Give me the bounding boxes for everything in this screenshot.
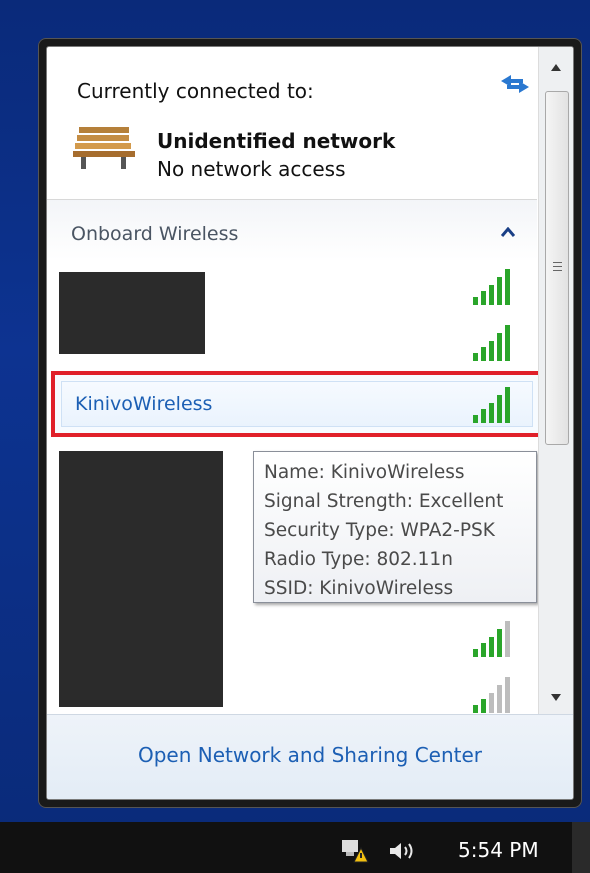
scroll-grip	[553, 266, 562, 267]
network-warning-icon[interactable]	[340, 838, 370, 864]
signal-strength-icon	[473, 269, 510, 305]
signal-strength-icon	[473, 677, 510, 713]
refresh-icon[interactable]	[497, 69, 533, 99]
redacted-network-block	[59, 451, 223, 707]
signal-strength-icon	[473, 387, 510, 423]
tooltip-radio: Radio Type: 802.11n	[264, 549, 453, 570]
current-network-name: Unidentified network	[157, 129, 396, 153]
redacted-network-block	[59, 272, 205, 354]
current-network-status: No network access	[157, 157, 346, 181]
tooltip-name: Name: KinivoWireless	[264, 462, 465, 483]
network-row-label[interactable]: KinivoWireless	[75, 393, 212, 415]
scroll-grip	[553, 262, 562, 263]
volume-icon[interactable]	[388, 840, 418, 862]
connected-title: Currently connected to:	[77, 79, 314, 103]
scroll-grip	[553, 270, 562, 271]
taskbar-clock[interactable]: 5:54 PM	[458, 838, 539, 862]
bench-icon	[73, 127, 135, 169]
scroll-up-arrow-icon[interactable]	[539, 47, 573, 87]
tooltip-signal: Signal Strength: Excellent	[264, 491, 504, 512]
tooltip-security: Security Type: WPA2-PSK	[264, 520, 495, 541]
show-desktop-button[interactable]	[572, 822, 590, 873]
chevron-up-icon[interactable]	[501, 227, 515, 237]
signal-strength-icon	[473, 621, 510, 657]
network-flyout-panel: Currently connected to: Unidentified net…	[46, 46, 574, 800]
section-label: Onboard Wireless	[71, 223, 239, 245]
network-flyout: Currently connected to: Unidentified net…	[38, 38, 582, 808]
tooltip-ssid: SSID: KinivoWireless	[264, 578, 454, 599]
scroll-down-arrow-icon[interactable]	[539, 679, 573, 717]
scroll-thumb[interactable]	[545, 91, 569, 445]
scrollbar[interactable]	[538, 47, 573, 717]
open-network-sharing-center-link[interactable]: Open Network and Sharing Center	[47, 743, 573, 767]
network-tooltip: Name: KinivoWireless Signal Strength: Ex…	[253, 451, 537, 603]
signal-strength-icon	[473, 325, 510, 361]
flyout-footer: Open Network and Sharing Center	[47, 714, 573, 799]
